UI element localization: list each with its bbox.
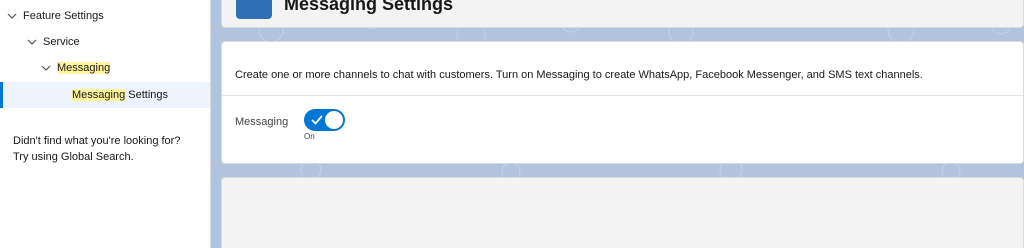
help-line: Try using Global Search. [13, 151, 134, 163]
tree-item-label: Service [43, 36, 80, 48]
chevron-down-icon[interactable] [7, 11, 17, 21]
messaging-toggle[interactable] [304, 109, 345, 131]
settings-description: Create one or more channels to chat with… [235, 69, 923, 81]
main-panel: Messaging Settings Create one or more ch… [211, 0, 1024, 248]
tree-item-messaging-settings[interactable]: Messaging Settings [0, 82, 210, 108]
tree-item-label-rest: Settings [125, 89, 169, 101]
lower-section [221, 177, 1024, 248]
page-header: Messaging Settings [221, 0, 1024, 28]
tree-item-service[interactable]: Service [27, 30, 80, 54]
chevron-down-icon[interactable] [27, 37, 37, 47]
page-title: Messaging Settings [284, 0, 454, 14]
messaging-field-label: Messaging [235, 116, 289, 128]
settings-card: Create one or more channels to chat with… [221, 41, 1024, 164]
tree-item-label: Feature Settings [23, 10, 104, 22]
toggle-state-label: On [304, 132, 315, 141]
messaging-settings-icon [236, 0, 272, 19]
search-highlight: Messaging [72, 89, 126, 101]
toggle-knob [325, 111, 343, 129]
tree-item-feature-settings[interactable]: Feature Settings [7, 4, 104, 28]
chevron-down-icon[interactable] [41, 63, 51, 73]
help-line: Didn't find what you're looking for? [13, 135, 181, 147]
divider [222, 95, 1023, 96]
tree-item-messaging[interactable]: Messaging [41, 56, 111, 80]
checkmark-icon [311, 115, 323, 125]
tree-item-label: Messaging [57, 62, 111, 74]
setup-sidebar: Feature Settings Service Messaging Messa… [0, 0, 211, 248]
help-text: Didn't find what you're looking for? Try… [13, 133, 180, 165]
tree-item-label: Messaging Settings [72, 89, 168, 101]
